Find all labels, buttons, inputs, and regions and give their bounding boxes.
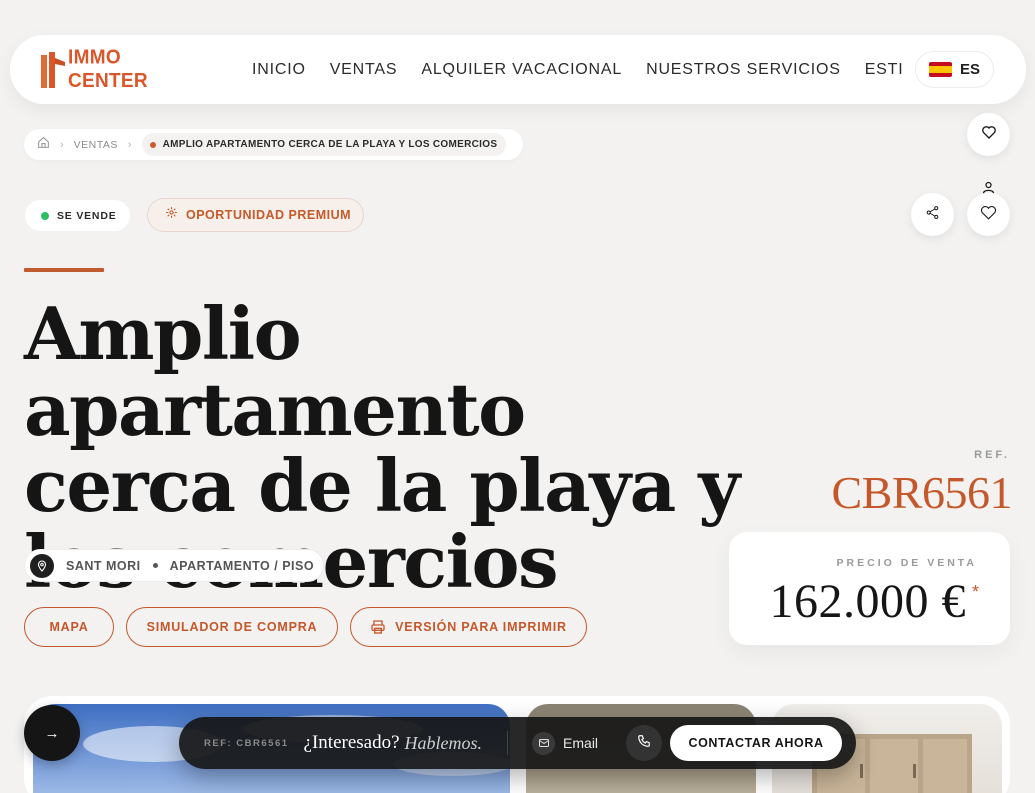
heart-icon: [981, 124, 997, 145]
spain-flag-icon: [929, 62, 952, 77]
map-button[interactable]: MAPA: [24, 607, 114, 647]
title-line-1: Amplio apartamento: [24, 291, 526, 452]
breadcrumb-ventas[interactable]: VENTAS: [74, 139, 118, 151]
premium-badge: OPORTUNIDAD PREMIUM: [147, 198, 364, 232]
price-card: PRECIO DE VENTA 162.000 € *: [729, 532, 1010, 645]
separator-dot: [152, 563, 158, 568]
language-label: ES: [960, 61, 981, 78]
contact-interest-text: ¿Interesado?: [303, 732, 400, 753]
main-nav: INICIO VENTAS ALQUILER VACACIONAL NUESTR…: [252, 35, 902, 104]
share-icon: [925, 205, 940, 225]
title-line-2: cerca de la playa y: [24, 443, 740, 528]
contact-ref: REF: CBR6561: [204, 737, 289, 749]
title-accent-bar: [24, 268, 104, 272]
mail-icon: [532, 731, 556, 755]
gallery-next-button[interactable]: →: [24, 705, 80, 761]
status-badge: SE VENDE: [25, 200, 130, 231]
share-button[interactable]: [911, 193, 954, 236]
contact-now-button[interactable]: CONTACTAR AHORA: [670, 725, 843, 761]
property-page: IMMO CENTER INICIO VENTAS ALQUILER VACAC…: [0, 0, 1035, 793]
breadcrumb-current: AMPLIO APARTAMENTO CERCA DE LA PLAYA Y L…: [141, 133, 507, 156]
heart-outline-icon: [980, 204, 997, 226]
nav-item-ventas[interactable]: VENTAS: [330, 61, 398, 79]
status-label: SE VENDE: [57, 209, 117, 222]
logo-text: IMMO CENTER: [68, 46, 148, 93]
property-type: APARTAMENTO / PISO: [169, 558, 315, 573]
nav-item-estimacion[interactable]: ESTIMA: [865, 61, 902, 79]
arrow-right-icon: →: [44, 724, 60, 742]
phone-button[interactable]: [626, 725, 663, 761]
current-dot: [149, 141, 156, 148]
print-version-button[interactable]: VERSIÓN PARA IMPRIMIR: [350, 607, 587, 647]
price-value: 162.000 €: [769, 575, 966, 628]
sparkle-icon: [165, 206, 178, 224]
location-name: SANT MORI: [66, 558, 141, 573]
contact-talk-text: Hablemos.: [404, 732, 483, 753]
nav-item-alquiler-vacacional[interactable]: ALQUILER VACACIONAL: [421, 61, 622, 79]
breadcrumb: › VENTAS › AMPLIO APARTAMENTO CERCA DE L…: [24, 129, 523, 160]
breadcrumb-separator: ›: [60, 138, 64, 151]
favorites-button[interactable]: [967, 113, 1010, 156]
print-version-label: VERSIÓN PARA IMPRIMIR: [395, 620, 567, 634]
email-label: Email: [563, 735, 599, 751]
home-icon[interactable]: [37, 136, 50, 154]
nav-item-nuestros-servicios[interactable]: NUESTROS SERVICIOS: [646, 61, 841, 79]
email-button[interactable]: Email: [532, 731, 599, 755]
status-dot: [41, 211, 49, 220]
location-pill: SANT MORI APARTAMENTO / PISO: [24, 549, 324, 582]
logo-mark-icon: [41, 52, 65, 88]
ref-value: CBR6561: [831, 467, 1012, 518]
phone-icon: [637, 734, 651, 753]
price-footnote-mark: *: [971, 582, 979, 602]
purchase-simulator-button[interactable]: SIMULADOR DE COMPRA: [126, 607, 338, 647]
nav-item-inicio[interactable]: INICIO: [252, 61, 306, 79]
printer-icon: [370, 619, 386, 635]
breadcrumb-current-label: AMPLIO APARTAMENTO CERCA DE LA PLAYA Y L…: [162, 139, 498, 150]
contact-bar: REF: CBR6561 ¿Interesado? Hablemos. Emai…: [179, 717, 856, 769]
ref-label: REF.: [974, 449, 1010, 461]
language-selector[interactable]: ES: [915, 51, 994, 88]
contact-divider: [507, 731, 509, 755]
location-pin-icon: [30, 553, 54, 578]
top-navbar: IMMO CENTER INICIO VENTAS ALQUILER VACAC…: [10, 35, 1026, 104]
price-label: PRECIO DE VENTA: [836, 557, 977, 569]
brand-logo[interactable]: IMMO CENTER: [41, 47, 201, 92]
save-favorite-button[interactable]: [967, 193, 1010, 236]
premium-label: OPORTUNIDAD PREMIUM: [186, 208, 352, 222]
breadcrumb-separator: ›: [127, 138, 132, 151]
